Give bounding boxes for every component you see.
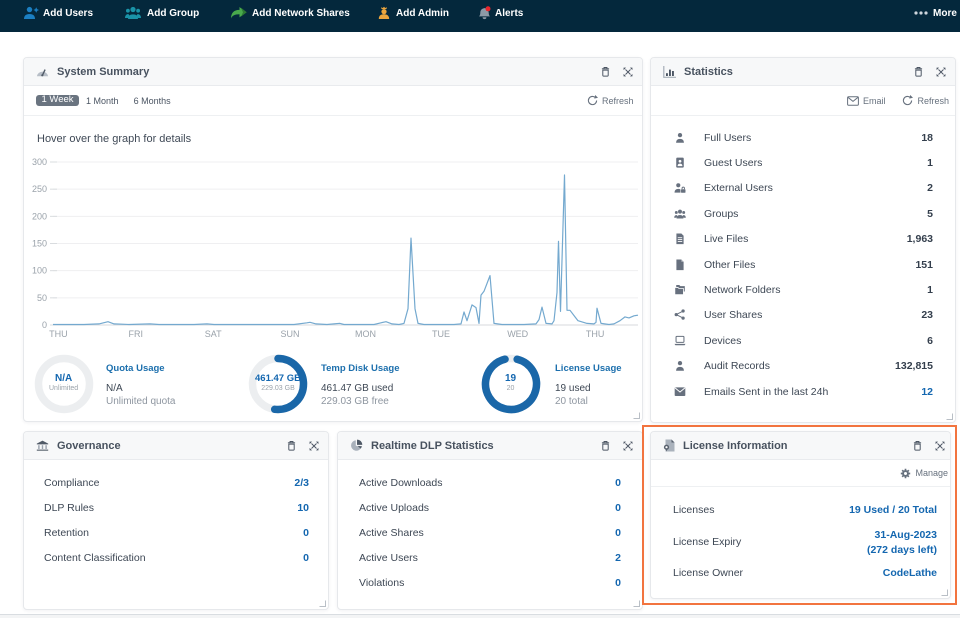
svg-text:THU: THU <box>49 329 68 339</box>
svg-text:THU: THU <box>586 329 605 339</box>
svg-text:SAT: SAT <box>205 329 222 339</box>
svg-text:50: 50 <box>37 293 47 303</box>
svg-text:MON: MON <box>355 329 376 339</box>
svg-text:150: 150 <box>32 239 47 249</box>
svg-text:0: 0 <box>42 320 47 330</box>
svg-text:300: 300 <box>32 157 47 167</box>
svg-text:SUN: SUN <box>280 329 299 339</box>
svg-text:FRI: FRI <box>129 329 144 339</box>
svg-text:250: 250 <box>32 184 47 194</box>
svg-text:200: 200 <box>32 211 47 221</box>
svg-text:100: 100 <box>32 266 47 276</box>
svg-text:WED: WED <box>507 329 528 339</box>
svg-text:TUE: TUE <box>432 329 450 339</box>
